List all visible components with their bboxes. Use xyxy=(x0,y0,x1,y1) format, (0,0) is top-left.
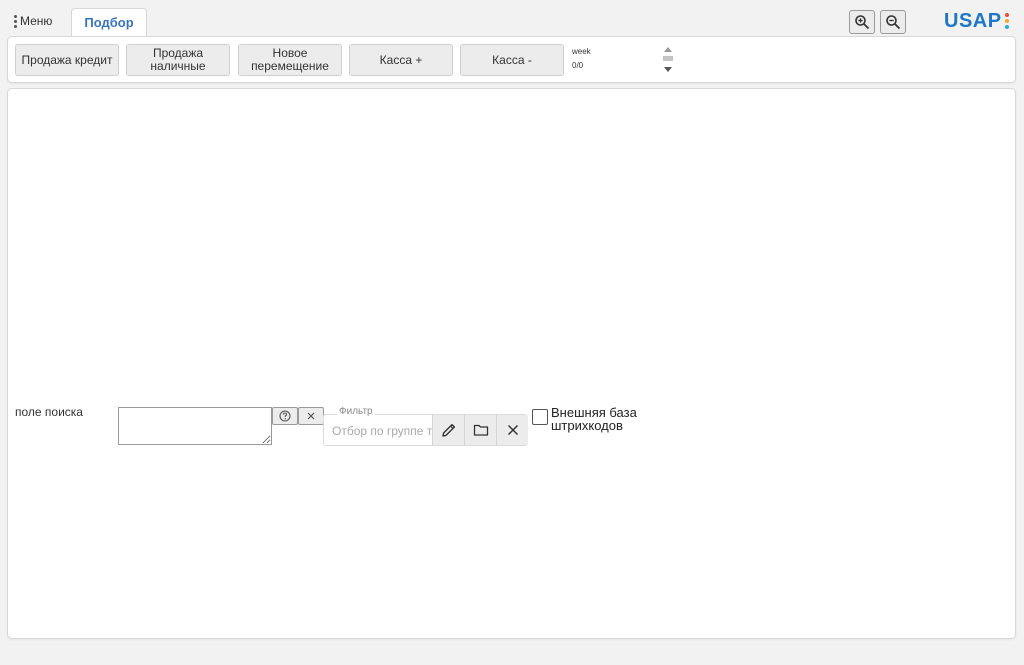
tab-podbor[interactable]: Подбор xyxy=(71,8,147,36)
week-info-scrollbar[interactable] xyxy=(662,44,674,75)
toolbar-panel: Продажа кредит Продажа наличные Новое пе… xyxy=(7,36,1016,83)
main-content-panel: поле поиска Отбор по группе товаров Филь… xyxy=(7,88,1016,639)
vertical-dots-icon xyxy=(14,14,17,28)
usap-logo: USAP xyxy=(944,9,1009,33)
pencil-icon xyxy=(441,423,455,437)
search-input[interactable] xyxy=(118,407,272,445)
sale-credit-button[interactable]: Продажа кредит xyxy=(15,44,119,76)
sale-cash-button[interactable]: Продажа наличные xyxy=(126,44,230,76)
week-info: week 0/0 0 xyxy=(572,45,662,75)
zoom-out-button[interactable] xyxy=(880,10,906,34)
filter-edit-button[interactable] xyxy=(432,415,464,445)
group-filter-field xyxy=(323,414,528,446)
week-info-line: 0 xyxy=(572,73,662,75)
filter-legend: Фильтр xyxy=(337,406,375,417)
zoom-out-icon xyxy=(886,15,901,30)
close-icon xyxy=(307,412,315,420)
search-clear-button[interactable] xyxy=(298,407,324,425)
week-info-line: 0/0 xyxy=(572,61,584,70)
external-barcode-checkbox[interactable] xyxy=(532,409,548,425)
search-label: поле поиска xyxy=(15,405,83,419)
filter-folder-button[interactable] xyxy=(464,415,496,445)
scroll-up-icon[interactable] xyxy=(664,47,672,52)
logo-text: USAP xyxy=(944,9,1002,32)
new-transfer-button[interactable]: Новое перемещение xyxy=(238,44,342,76)
filter-clear-button[interactable] xyxy=(496,415,528,445)
folder-icon xyxy=(473,424,488,436)
scroll-thumb[interactable] xyxy=(663,56,673,61)
menu-button[interactable]: Меню xyxy=(14,12,52,30)
logo-dots xyxy=(1004,13,1009,29)
search-help-button[interactable] xyxy=(272,407,298,425)
help-circle-icon xyxy=(279,410,291,422)
scroll-down-icon[interactable] xyxy=(664,67,672,72)
cash-out-button[interactable]: Касса - xyxy=(460,44,564,76)
external-barcode-label[interactable]: Внешняя база штрихкодов xyxy=(551,406,661,432)
cash-in-button[interactable]: Касса + xyxy=(349,44,453,76)
top-bar: Меню Подбор USAP xyxy=(0,0,1024,36)
zoom-in-icon xyxy=(855,15,870,30)
group-filter-input[interactable] xyxy=(326,419,442,443)
tab-label: Подбор xyxy=(84,15,134,30)
zoom-in-button[interactable] xyxy=(849,10,875,34)
menu-label: Меню xyxy=(20,14,53,28)
week-info-line: week xyxy=(572,47,591,56)
close-icon xyxy=(507,424,518,436)
